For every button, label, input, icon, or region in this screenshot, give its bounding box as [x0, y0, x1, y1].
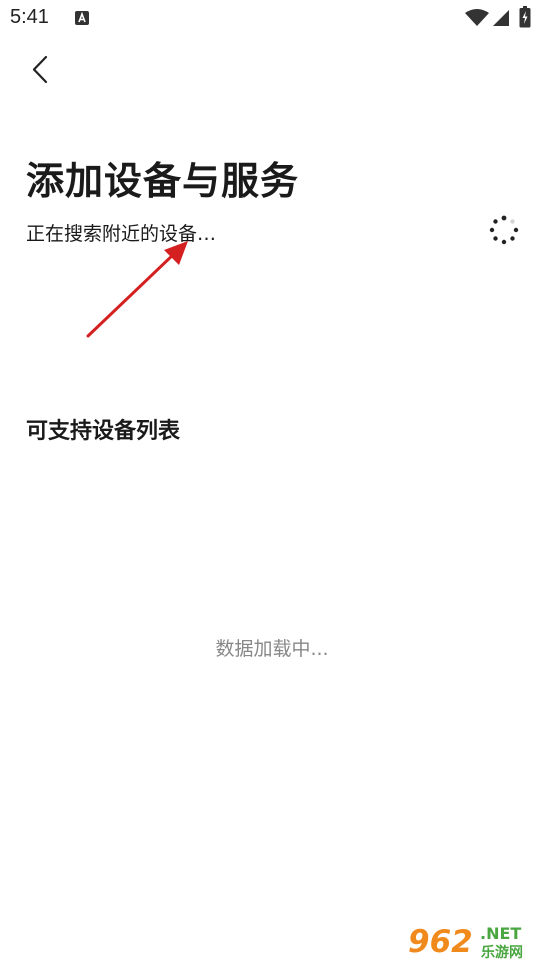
signal-icon [493, 10, 509, 26]
loading-text: 数据加载中... [215, 638, 329, 660]
status-time: 5:41 [10, 6, 49, 28]
back-button[interactable] [22, 50, 62, 90]
status-bar: 5:41 [0, 0, 544, 36]
svg-text:乐游网: 乐游网 [481, 944, 523, 961]
section-title: 可支持设备列表 [26, 419, 181, 444]
screen: 5:41 添加设备与服务 正在搜索附近的设备… 可支持设备列表 数据加载中...… [0, 0, 544, 967]
watermark-logo: 962 .NET 乐游网 [404, 918, 538, 962]
svg-text:962: 962 [408, 924, 473, 960]
loading-spinner-icon [489, 215, 519, 245]
battery-charging-icon [519, 6, 531, 28]
wifi-icon [465, 9, 489, 26]
page-title: 添加设备与服务 [26, 159, 300, 203]
annotation-arrow-icon [86, 241, 188, 338]
notification-a-icon [75, 11, 89, 25]
svg-text:.NET: .NET [480, 924, 521, 943]
chevron-left-icon [32, 55, 48, 84]
